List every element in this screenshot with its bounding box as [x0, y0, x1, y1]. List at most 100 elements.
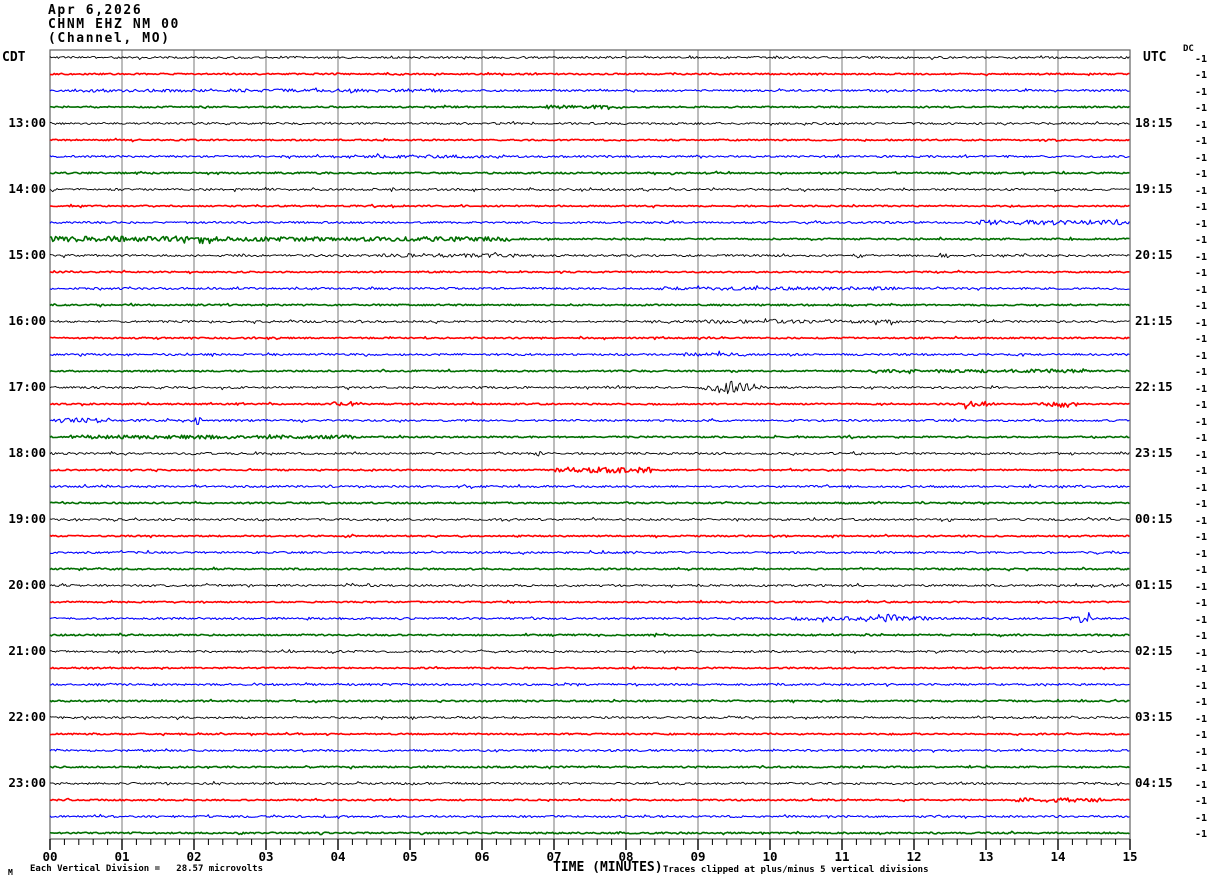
trace-row: [49, 87, 1130, 94]
dc-value: -1: [1194, 482, 1207, 494]
dc-value: -1: [1194, 466, 1207, 477]
trace-row: [49, 235, 1130, 245]
dc-value: -1: [1194, 284, 1207, 296]
dc-value: -1: [1194, 400, 1207, 411]
trace-row: [49, 450, 1130, 457]
trace-row: [49, 698, 1130, 704]
trace-row: [49, 764, 1130, 770]
dc-value: -1: [1194, 433, 1207, 444]
dc-value: -1: [1194, 218, 1207, 230]
dc-value: -1: [1194, 86, 1207, 98]
seismogram-plot: [49, 49, 1131, 850]
x-tick-label: 02: [186, 849, 202, 864]
left-hour-label: 20:00: [8, 576, 46, 592]
trace-row: [49, 500, 1130, 506]
dc-value: -1: [1194, 169, 1207, 180]
dc-value: -1: [1194, 680, 1207, 692]
dc-value: -1: [1194, 614, 1207, 626]
trace-row: [49, 483, 1130, 490]
x-tick-label: 12: [906, 849, 922, 864]
x-tick-label: 01: [114, 849, 130, 864]
right-hour-label: 20:15: [1135, 246, 1173, 262]
dc-value: -1: [1194, 317, 1207, 329]
x-tick-label: 00: [42, 849, 58, 864]
trace-row: [49, 285, 1130, 291]
dc-value: -1: [1194, 763, 1207, 774]
trace-row: [49, 466, 1130, 474]
left-hour-label: 15:00: [8, 246, 46, 262]
left-hour-label: 13:00: [8, 114, 46, 130]
dc-value: -1: [1194, 350, 1207, 362]
dc-value: -1: [1194, 152, 1207, 164]
right-hour-label: 03:15: [1135, 708, 1173, 724]
dc-value: -1: [1194, 268, 1207, 279]
trace-row: [49, 137, 1130, 143]
dc-value: -1: [1194, 532, 1207, 543]
trace-row: [49, 830, 1130, 836]
trace-row: [49, 748, 1130, 753]
x-tick-label: 03: [258, 849, 274, 864]
left-hour-label: 17:00: [8, 378, 46, 394]
trace-row: [49, 516, 1130, 522]
right-hour-label: 04:15: [1135, 774, 1173, 790]
right-hour-label: 18:15: [1135, 114, 1173, 130]
x-tick-label: 11: [834, 849, 850, 864]
left-hour-label: 19:00: [8, 510, 46, 526]
left-hour-label: 22:00: [8, 708, 46, 724]
dc-value: -1: [1194, 70, 1207, 81]
trace-row: [49, 533, 1130, 539]
dc-value: -1: [1194, 697, 1207, 708]
dc-value: -1: [1194, 251, 1207, 263]
trace-row: [49, 566, 1130, 572]
dc-value: -1: [1194, 730, 1207, 741]
x-tick-label: 10: [762, 849, 778, 864]
dc-value: -1: [1194, 647, 1207, 659]
trace-row: [49, 121, 1130, 126]
trace-row: [49, 780, 1130, 787]
dc-value: -1: [1194, 515, 1207, 527]
left-hour-label: 14:00: [8, 180, 46, 196]
trace-row: [49, 302, 1130, 308]
trace-row: [49, 252, 1130, 259]
dc-value: -1: [1194, 103, 1207, 114]
trace-row: [49, 665, 1130, 671]
trace-row: [49, 104, 1130, 111]
dc-value: -1: [1194, 664, 1207, 675]
clipping-note: Traces clipped at plus/minus 5 vertical …: [663, 865, 929, 875]
trace-row: [49, 599, 1130, 605]
dc-value: -1: [1194, 202, 1207, 213]
x-tick-label: 14: [1050, 849, 1066, 864]
left-hour-label: 18:00: [8, 444, 46, 460]
x-tick-label: 04: [330, 849, 346, 864]
dc-value: -1: [1194, 779, 1207, 791]
trace-row: [49, 582, 1130, 588]
dc-value: -1: [1194, 119, 1207, 131]
x-tick-label: 13: [978, 849, 994, 864]
right-hour-label: 22:15: [1135, 378, 1173, 394]
trace-row: [49, 170, 1130, 176]
dc-value: -1: [1194, 383, 1207, 395]
dc-value: -1: [1194, 301, 1207, 312]
x-axis-title: TIME (MINUTES): [553, 860, 663, 875]
trace-row: [49, 186, 1130, 193]
x-tick-label: 09: [690, 849, 706, 864]
dc-value: -1: [1194, 367, 1207, 378]
trace-row: [49, 731, 1130, 737]
dc-value: -1: [1194, 334, 1207, 345]
right-hour-label: 00:15: [1135, 510, 1173, 526]
trace-row: [49, 416, 1130, 425]
trace-row: [50, 203, 1130, 209]
trace-row: [49, 153, 1130, 160]
dc-value: -1: [1194, 548, 1207, 560]
dc-value: -1: [1194, 631, 1207, 642]
trace-row: [50, 71, 1130, 77]
trace-row: [49, 813, 1130, 820]
dc-value: -1: [1194, 499, 1207, 510]
right-hour-label: 19:15: [1135, 180, 1173, 196]
corner-glyph: M: [8, 868, 13, 877]
dc-value: -1: [1194, 598, 1207, 609]
trace-row: [49, 797, 1130, 803]
left-hour-label: 23:00: [8, 774, 46, 790]
trace-row: [49, 649, 1130, 654]
x-tick-label: 06: [474, 849, 490, 864]
